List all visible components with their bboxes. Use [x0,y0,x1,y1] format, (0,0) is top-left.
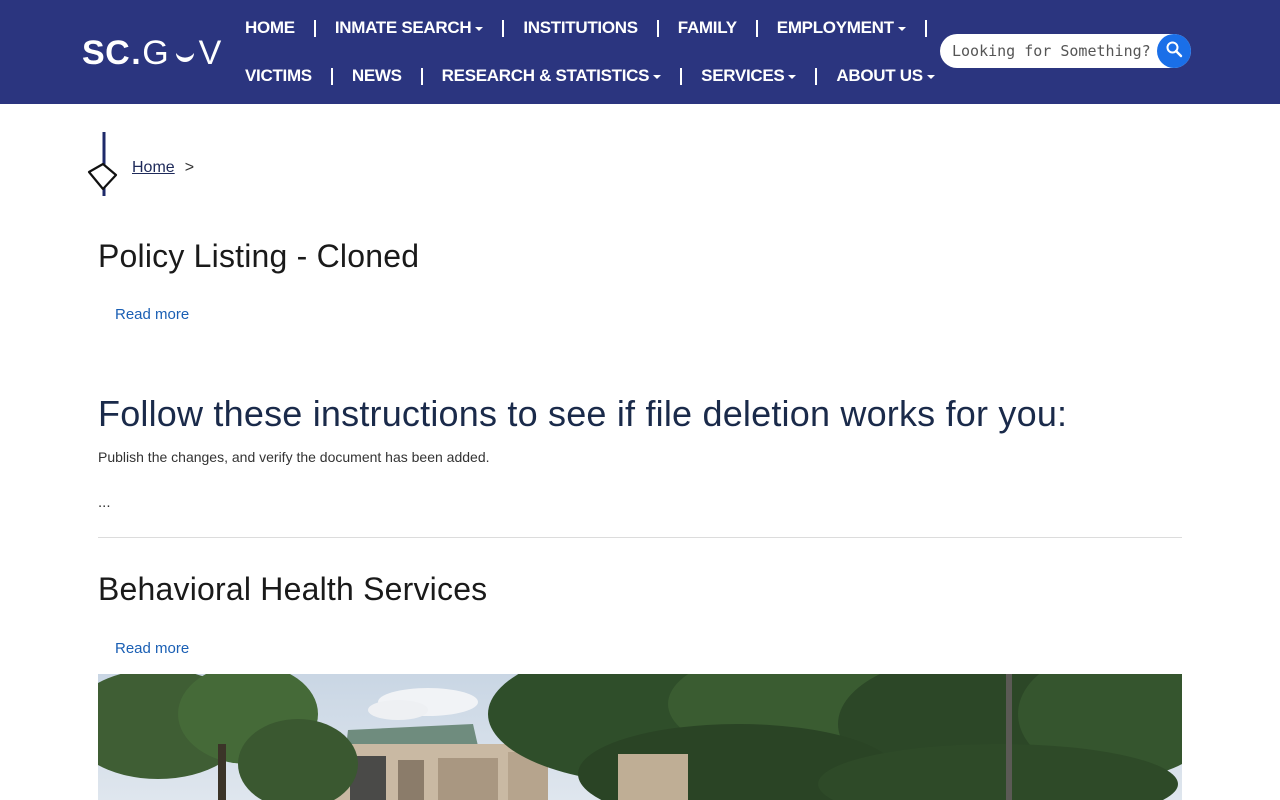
site-header: SC . G V HOME INMATE SEARCH INSTITUTIONS… [0,0,1280,104]
site-search [940,34,1191,68]
nav-inmate-search-label: INMATE SEARCH [334,18,472,37]
logo-g-letter: G [142,33,171,72]
nav-employment[interactable]: EMPLOYMENT [777,18,906,38]
nav-separator [420,67,423,85]
nav-institutions[interactable]: INSTITUTIONS [523,18,638,38]
logo-v-letter: V [198,33,224,72]
nav-separator [755,19,758,37]
logo-dot-text: . [131,33,142,72]
nav-research-statistics[interactable]: RESEARCH & STATISTICS [441,66,662,86]
nav-institutions-label: INSTITUTIONS [523,18,638,37]
listing-ellipsis: ... [98,494,111,511]
listing-title[interactable]: Policy Listing - Cloned [98,238,419,275]
caret-down-icon [653,75,662,79]
breadcrumb: Home > [132,159,194,177]
nav-about-us-label: ABOUT US [836,66,923,85]
nav-services[interactable]: SERVICES [701,66,797,86]
caret-down-icon [926,75,935,79]
nav-home[interactable]: HOME [245,18,295,38]
nav-research-statistics-label: RESEARCH & STATISTICS [441,66,650,85]
palmetto-crescent-icon [86,132,118,196]
facility-photo [98,674,1182,800]
breadcrumb-home-link[interactable]: Home [132,159,175,177]
logo-sc-text: SC [82,33,131,72]
nav-news-label: NEWS [351,66,402,85]
listing-description: Publish the changes, and verify the docu… [98,449,490,465]
main-nav-row-2: VICTIMS NEWS RESEARCH & STATISTICS SERVI… [245,64,935,88]
sc-gov-logo[interactable]: SC . G V [82,34,223,72]
nav-separator [330,67,333,85]
listing-title[interactable]: Behavioral Health Services [98,571,487,608]
nav-victims[interactable]: VICTIMS [245,66,312,86]
caret-down-icon [788,75,797,79]
nav-home-label: HOME [245,18,295,37]
nav-inmate-search[interactable]: INMATE SEARCH [335,18,484,38]
nav-news[interactable]: NEWS [352,66,402,86]
nav-victims-label: VICTIMS [245,66,312,85]
nav-employment-label: EMPLOYMENT [776,18,894,37]
nav-separator [680,67,683,85]
caret-down-icon [475,27,484,31]
logo-gov-text: G V [142,34,223,73]
nav-about-us[interactable]: ABOUT US [836,66,935,86]
nav-separator [656,19,659,37]
nav-services-label: SERVICES [701,66,785,85]
search-icon [1165,40,1183,63]
search-input[interactable] [940,36,1150,66]
caret-down-icon [897,27,906,31]
divider [98,537,1182,538]
breadcrumb-separator: > [184,159,195,176]
read-more-link[interactable]: Read more [115,640,189,657]
read-more-link[interactable]: Read more [115,306,189,323]
logo-moon-icon [173,41,197,65]
search-button[interactable] [1157,34,1191,68]
main-nav-row-1: HOME INMATE SEARCH INSTITUTIONS FAMILY E… [245,16,946,40]
nav-separator [924,19,927,37]
nav-family[interactable]: FAMILY [678,18,737,38]
nav-family-label: FAMILY [677,18,737,37]
nav-separator [815,67,818,85]
nav-separator [313,19,316,37]
nav-separator [502,19,505,37]
listing-title[interactable]: Follow these instructions to see if file… [98,393,1067,435]
